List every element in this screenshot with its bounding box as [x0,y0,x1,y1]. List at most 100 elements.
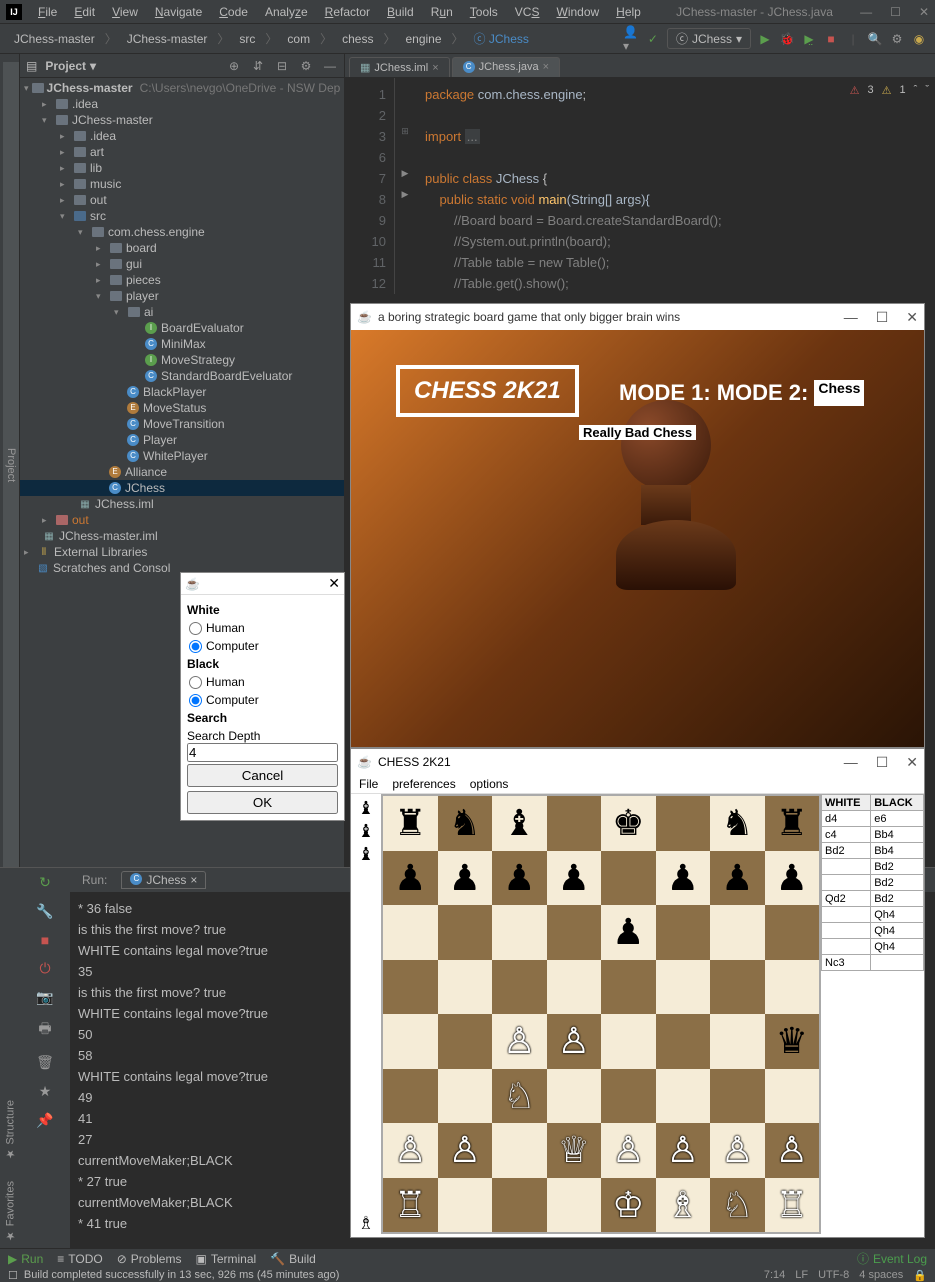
expand-icon[interactable]: ⇵ [250,58,266,74]
status-icon[interactable]: ☐ [8,1269,18,1282]
tree-item[interactable]: CStandardBoardEveluator [20,368,344,384]
tree-item[interactable]: ▾com.chess.engine [20,224,344,240]
run-marker-icon[interactable]: ▶ [395,168,415,189]
tree-item[interactable]: ▦JChess-master.iml [20,528,344,544]
crumb[interactable]: JChess-master [8,30,101,48]
build-tab[interactable]: 🔨 Build [270,1252,316,1266]
rerun-icon[interactable]: ↻ [39,874,51,891]
tree-item[interactable]: CPlayer [20,432,344,448]
menu-window[interactable]: Window [548,3,607,21]
project-tab[interactable]: Project [3,62,19,869]
tree-item[interactable]: EAlliance [20,464,344,480]
tree-item-selected[interactable]: CJChess [20,480,344,496]
close-button[interactable]: ✕ [906,754,918,771]
menu-refactor[interactable]: Refactor [317,3,378,21]
depth-input[interactable] [187,743,338,762]
menu-tools[interactable]: Tools [462,3,506,21]
menu-navigate[interactable]: Navigate [147,3,210,21]
settings-icon[interactable]: ⚙ [889,31,905,47]
minimize-button[interactable]: — [844,754,858,771]
tree-item[interactable]: ▸gui [20,256,344,272]
tree-item[interactable]: ▸pieces [20,272,344,288]
tree-item[interactable]: CBlackPlayer [20,384,344,400]
run-icon[interactable]: ▶ [757,31,773,47]
wrench-icon[interactable]: 🔧 [36,903,53,920]
tree-item[interactable]: ▸art [20,144,344,160]
print-icon[interactable]: 🖶 [38,1018,51,1042]
tree-item[interactable]: ▾JChess-masterC:\Users\nevgo\OneDrive - … [20,80,344,96]
hide-icon[interactable]: — [322,58,338,74]
lock-icon[interactable]: 🔒 [913,1269,927,1282]
tree-item[interactable]: IMoveStrategy [20,352,344,368]
stop-icon[interactable]: ■ [823,31,839,47]
tree-item[interactable]: ▦JChess.iml [20,496,344,512]
menu-run[interactable]: Run [423,3,461,21]
maximize-button[interactable]: ☐ [876,754,889,771]
tab[interactable]: ▦JChess.iml× [349,57,450,77]
menu-options[interactable]: options [470,777,509,791]
user-icon[interactable]: 👤▾ [623,31,639,47]
ok-button[interactable]: OK [187,791,338,814]
target-icon[interactable]: ⊕ [226,58,242,74]
trash-icon[interactable]: 🗑 [36,1054,54,1071]
mode-select[interactable]: Chess [814,380,864,406]
close-icon[interactable]: ✕ [328,575,340,592]
tree-item[interactable]: ▸⦀External Libraries [20,544,344,560]
event-log-tab[interactable]: ⓘ Event Log [857,1250,927,1267]
crumb[interactable]: src [233,30,261,48]
tree-item[interactable]: CWhitePlayer [20,448,344,464]
sync-icon[interactable]: ◉ [911,31,927,47]
chess-board[interactable]: ♜♞♝♚♞♜♟♟♟♟♟♟♟♟♙♙♛♘♙♙♕♙♙♙♙♖♔♗♘♖ [381,794,821,1234]
tree-item[interactable]: EMoveStatus [20,400,344,416]
menu-prefs[interactable]: preferences [392,777,455,791]
menu-vcs[interactable]: VCS [507,3,548,21]
tree-item[interactable]: IBoardEvaluator [20,320,344,336]
tree-item[interactable]: ▸board [20,240,344,256]
close-icon[interactable]: × [543,61,549,73]
inspection-widget[interactable]: ⚠3 ⚠1 ˆˇ [850,84,929,97]
tree-item[interactable]: ▸music [20,176,344,192]
minimize-button[interactable]: — [844,309,858,326]
structure-tab[interactable]: ★ Structure [4,1100,17,1161]
white-computer-radio[interactable]: Computer [189,639,338,653]
close-button[interactable]: ✕ [919,5,929,19]
tree-item[interactable]: ▸out [20,192,344,208]
minimize-button[interactable]: — [860,5,872,19]
stop-icon[interactable]: ■ [41,932,49,948]
menu-help[interactable]: Help [608,3,649,21]
tree-item[interactable]: ▾player [20,288,344,304]
crumb[interactable]: chess [336,30,379,48]
menu-analyze[interactable]: Analyze [257,3,316,21]
run-tab[interactable]: CJChess × [121,871,206,889]
tree-item[interactable]: ▾ai [20,304,344,320]
encoding[interactable]: UTF-8 [818,1269,849,1282]
code-editor[interactable]: ⚠3 ⚠1 ˆˇ 1236 78910 1112 ⊞ ▶ ▶ package c… [345,78,935,294]
crumb[interactable]: JChess-master [121,30,214,48]
white-human-radio[interactable]: Human [189,621,338,635]
maximize-button[interactable]: ☐ [876,309,889,326]
tree-item[interactable]: ▸.idea [20,128,344,144]
tree-item[interactable]: CMiniMax [20,336,344,352]
problems-tab[interactable]: ⊘ Problems [117,1252,182,1266]
menu-code[interactable]: Code [211,3,256,21]
run-config-selector[interactable]: ⓒ JChess ▾ [667,28,751,49]
cursor-pos[interactable]: 7:14 [764,1269,785,1282]
pin-icon[interactable]: 📌 [36,1112,53,1129]
menu-file[interactable]: File [30,3,65,21]
close-button[interactable]: ✕ [906,309,918,326]
tree-item[interactable]: ▾src [20,208,344,224]
search-icon[interactable]: 🔍 [867,31,883,47]
tree-item[interactable]: ▸.idea [20,96,344,112]
tree-item[interactable]: CMoveTransition [20,416,344,432]
help-icon[interactable]: ★ [39,1083,52,1100]
black-human-radio[interactable]: Human [189,675,338,689]
menu-build[interactable]: Build [379,3,422,21]
close-icon[interactable]: × [432,62,438,74]
checkmark-icon[interactable]: ✓ [645,31,661,47]
tree-item[interactable]: ▸lib [20,160,344,176]
debug-icon[interactable]: 🐞 [779,31,795,47]
todo-tab[interactable]: ≡ TODO [57,1252,102,1266]
indent[interactable]: 4 spaces [859,1269,903,1282]
close-icon[interactable]: × [190,873,197,887]
gear-icon[interactable]: ⚙ [298,58,314,74]
